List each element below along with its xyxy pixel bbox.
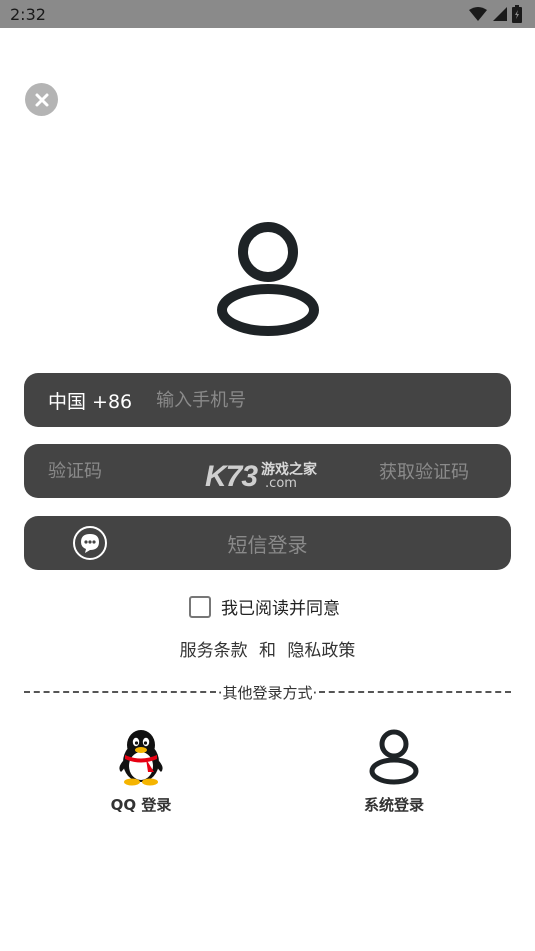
message-icon [73,526,107,560]
privacy-link[interactable]: 隐私政策 [287,641,355,661]
agreement-row: 我已阅读并同意 [189,594,340,619]
system-login-label: 系统登录 [363,796,424,814]
user-icon [369,729,419,785]
close-icon [35,93,48,106]
qq-login-label: QQ 登录 [110,796,172,814]
divider-label: ·其他登录方式· [217,683,318,702]
agreement-checkbox[interactable] [189,595,211,618]
other-login-divider: ·其他登录方式· [24,682,512,702]
phone-input[interactable] [156,389,511,411]
status-time: 2:32 [10,4,46,24]
sms-login-label: 短信登录 [227,532,308,557]
sms-login-button[interactable]: 短信登录 [24,516,511,570]
watermark-site-cn: 游戏之家 [261,462,318,478]
battery-icon [512,5,522,23]
divider-line-right [319,691,512,693]
user-icon [217,222,319,336]
status-icons [469,5,523,23]
close-button[interactable] [25,83,58,116]
qq-login-button[interactable]: QQ 登录 [91,728,191,815]
divider-line-left [24,691,216,693]
country-code-selector[interactable]: 中国 +86 [48,387,132,414]
status-bar: 2:32 [0,0,535,28]
get-code-button[interactable]: 获取验证码 [379,458,469,484]
qq-penguin-icon [119,730,163,786]
phone-field: 中国 +86 [24,373,511,427]
agreement-text: 我已阅读并同意 [221,599,340,619]
system-login-button[interactable]: 系统登录 [344,728,444,815]
terms-link[interactable]: 服务条款 [180,641,248,661]
code-input[interactable] [48,460,198,482]
watermark-domain: .com [265,476,297,491]
signal-icon [493,7,507,21]
wifi-icon [469,7,487,21]
terms-row: 服务条款 和 隐私政策 [0,636,535,661]
watermark-brand: K73 [205,460,258,493]
watermark: K73 游戏之家 .com [205,460,317,494]
terms-conjunction: 和 [259,641,276,661]
